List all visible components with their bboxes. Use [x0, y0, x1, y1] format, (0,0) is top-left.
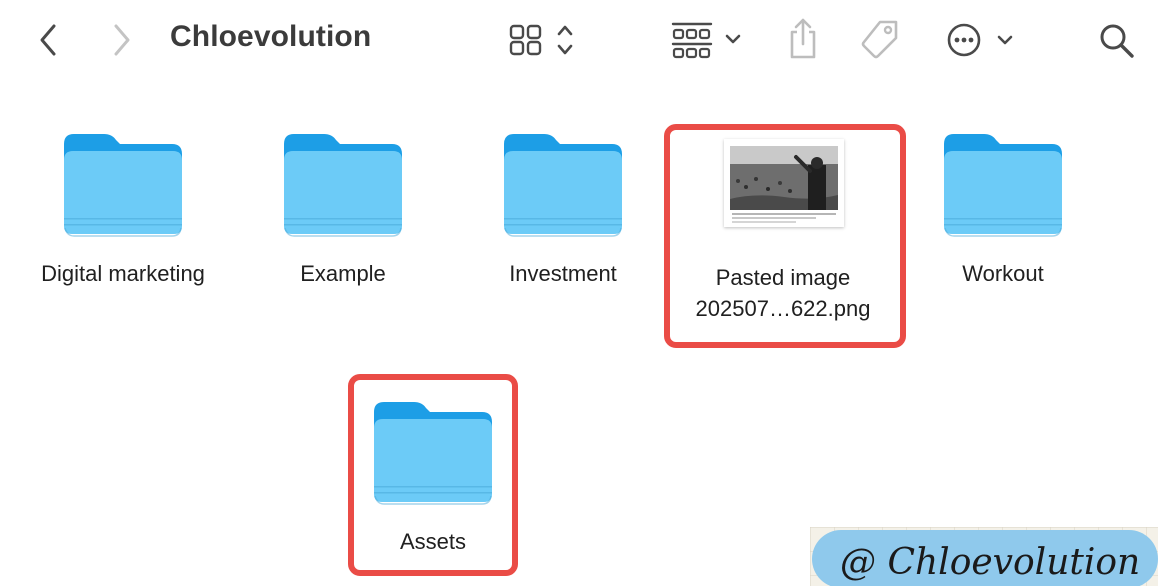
folder-item[interactable]: Workout — [893, 132, 1113, 289]
group-by-icon[interactable] — [670, 20, 746, 60]
share-icon[interactable] — [786, 16, 820, 60]
more-options-icon[interactable] — [946, 22, 1020, 58]
file-label-line-1: Pasted image — [715, 265, 851, 290]
forward-icon[interactable] — [108, 22, 134, 58]
view-mode-grid-icon[interactable] — [508, 22, 584, 58]
watermark-text: @ Chloevolution — [840, 542, 1140, 583]
back-icon[interactable] — [36, 22, 62, 58]
folder-item[interactable]: Example — [233, 132, 453, 289]
folder-label: Workout — [962, 261, 1044, 286]
folder-icon — [502, 132, 624, 238]
folder-icon — [372, 400, 494, 506]
folder-item[interactable]: Digital marketing — [13, 132, 233, 289]
folder-item[interactable]: Investment — [453, 132, 673, 289]
folder-icon — [62, 132, 184, 238]
finder-window: Chloevolution Digital marketing Example … — [0, 0, 1158, 586]
folder-label: Example — [300, 261, 386, 286]
folder-icon — [942, 132, 1064, 238]
file-item[interactable]: Pasted image 202507…622.png — [673, 262, 893, 324]
tag-icon[interactable] — [858, 18, 902, 62]
search-icon[interactable] — [1098, 22, 1136, 60]
folder-label: Investment — [509, 261, 617, 286]
folder-label: Digital marketing — [41, 261, 205, 286]
image-thumbnail[interactable] — [724, 139, 844, 227]
photo-icon — [724, 139, 844, 227]
window-title: Chloevolution — [170, 20, 372, 53]
folder-label: Assets — [399, 529, 467, 554]
file-label-line-2: 202507…622.png — [695, 296, 871, 321]
folder-item[interactable]: Assets — [323, 400, 543, 557]
watermark-logo: @ Chloevolution — [810, 527, 1158, 586]
folder-icon — [282, 132, 404, 238]
